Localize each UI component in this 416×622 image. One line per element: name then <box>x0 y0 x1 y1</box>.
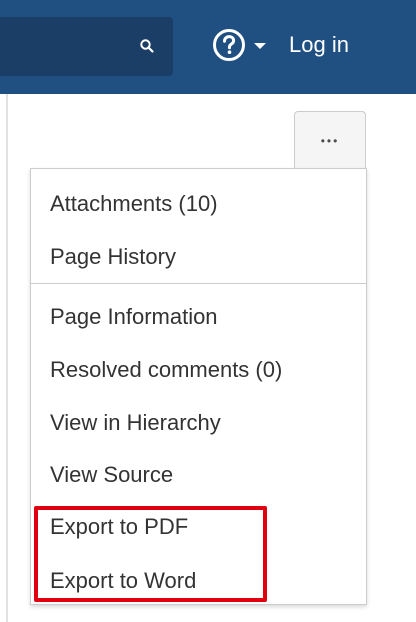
menu-divider <box>31 283 366 284</box>
export-options-highlight <box>34 506 267 602</box>
menu-item-page-history[interactable]: Page History <box>50 243 176 271</box>
login-link[interactable]: Log in <box>289 31 349 59</box>
more-actions-icon: ••• <box>320 134 340 148</box>
help-circle-icon <box>213 29 245 61</box>
top-navigation-bar: Log in <box>0 0 416 94</box>
search-icon[interactable] <box>139 38 155 54</box>
menu-item-attachments[interactable]: Attachments (10) <box>50 190 218 218</box>
more-actions-button[interactable]: ••• <box>294 111 366 169</box>
menu-item-resolved-comments[interactable]: Resolved comments (0) <box>50 356 282 384</box>
menu-item-view-in-hierarchy[interactable]: View in Hierarchy <box>50 409 221 437</box>
chevron-down-icon <box>254 43 266 49</box>
content-edge-divider <box>6 94 8 622</box>
menu-item-view-source[interactable]: View Source <box>50 461 173 489</box>
search-field[interactable] <box>0 17 173 76</box>
menu-item-page-information[interactable]: Page Information <box>50 303 218 331</box>
help-menu-button[interactable] <box>212 25 266 65</box>
